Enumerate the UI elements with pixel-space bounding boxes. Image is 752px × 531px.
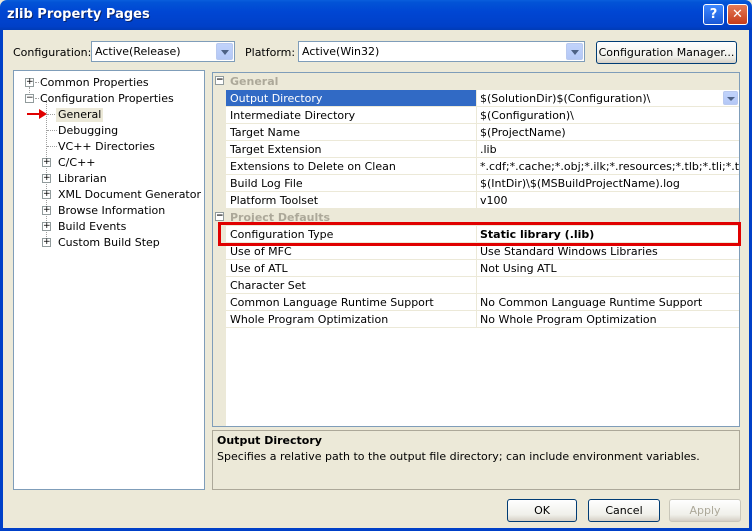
column-divider: [476, 294, 477, 311]
chevron-down-icon[interactable]: [566, 43, 583, 60]
property-row-platform-toolset[interactable]: Platform Toolset v100: [226, 192, 739, 209]
property-name: Build Log File: [230, 177, 303, 190]
tree-connector: [35, 82, 39, 83]
red-arrow-icon: [27, 109, 47, 119]
property-value[interactable]: v100: [480, 193, 508, 208]
column-divider: [476, 107, 477, 124]
property-row-whole-program-optimization[interactable]: Whole Program Optimization No Whole Prog…: [226, 311, 739, 328]
collapse-icon[interactable]: −: [215, 212, 224, 221]
property-name: Use of MFC: [230, 245, 292, 258]
expand-icon[interactable]: +: [42, 174, 51, 183]
column-divider: [476, 277, 477, 294]
column-divider: [476, 124, 477, 141]
property-row-target-name[interactable]: Target Name $(ProjectName): [226, 124, 739, 141]
property-value[interactable]: $(Configuration)\: [480, 108, 574, 123]
tree-item-configuration-properties[interactable]: Configuration Properties: [40, 92, 174, 106]
column-divider: [476, 90, 477, 107]
tree-item-xml-document-generator[interactable]: XML Document Generator: [58, 188, 201, 202]
property-value[interactable]: Not Using ATL: [480, 261, 557, 276]
tree-item-vc-directories[interactable]: VC++ Directories: [58, 140, 155, 154]
apply-button[interactable]: Apply: [669, 499, 741, 522]
property-value[interactable]: *.cdf;*.cache;*.obj;*.ilk;*.resources;*.…: [480, 159, 739, 174]
property-row-build-log-file[interactable]: Build Log File $(IntDir)\$(MSBuildProjec…: [226, 175, 739, 192]
property-value[interactable]: No Common Language Runtime Support: [480, 295, 702, 310]
column-divider: [476, 141, 477, 158]
tree-connector: [47, 146, 57, 147]
property-value[interactable]: .lib: [480, 142, 497, 157]
property-value[interactable]: $(IntDir)\$(MSBuildProjectName).log: [480, 176, 680, 191]
collapse-icon[interactable]: −: [215, 76, 224, 85]
column-divider: [476, 260, 477, 277]
expand-icon[interactable]: +: [42, 206, 51, 215]
configuration-manager-button[interactable]: Configuration Manager...: [596, 41, 737, 64]
property-row-intermediate-directory[interactable]: Intermediate Directory $(Configuration)\: [226, 107, 739, 124]
configuration-label: Configuration:: [13, 46, 92, 59]
tree-item-debugging[interactable]: Debugging: [58, 124, 118, 138]
property-value[interactable]: No Whole Program Optimization: [480, 312, 657, 327]
expand-icon[interactable]: +: [42, 158, 51, 167]
property-name: Intermediate Directory: [230, 109, 356, 122]
tree-item-common-properties[interactable]: Common Properties: [40, 76, 149, 90]
tree-item-browse-information[interactable]: Browse Information: [58, 204, 165, 218]
tree-item-librarian[interactable]: Librarian: [58, 172, 107, 186]
property-row-clr-support[interactable]: Common Language Runtime Support No Commo…: [226, 294, 739, 311]
property-tree: + Common Properties − Configuration Prop…: [13, 70, 205, 490]
description-text: Specifies a relative path to the output …: [217, 450, 700, 463]
property-name: Target Extension: [230, 143, 322, 156]
property-name: Extensions to Delete on Clean: [230, 160, 396, 173]
property-name: Common Language Runtime Support: [230, 296, 434, 309]
property-name: Platform Toolset: [230, 194, 319, 207]
expand-icon[interactable]: +: [25, 78, 34, 87]
tree-item-c-cpp[interactable]: C/C++: [58, 156, 96, 170]
highlight-annotation: [218, 222, 741, 246]
property-name: Character Set: [230, 279, 306, 292]
ok-button[interactable]: OK: [507, 499, 577, 522]
tree-connector: [35, 98, 39, 99]
window-frame-left: [0, 30, 3, 531]
property-name: Whole Program Optimization: [230, 313, 389, 326]
property-value[interactable]: $(ProjectName): [480, 125, 566, 140]
expand-icon[interactable]: +: [42, 238, 51, 247]
description-title: Output Directory: [217, 434, 322, 447]
category-label: General: [230, 75, 279, 88]
property-row-target-extension[interactable]: Target Extension .lib: [226, 141, 739, 158]
property-name: Use of ATL: [230, 262, 288, 275]
column-divider: [476, 192, 477, 209]
cancel-button[interactable]: Cancel: [588, 499, 660, 522]
property-row-output-directory[interactable]: Output Directory $(SolutionDir)$(Configu…: [226, 90, 739, 107]
platform-label: Platform:: [245, 46, 296, 59]
tree-connector: [47, 130, 57, 131]
property-grid: − General Output Directory $(SolutionDir…: [212, 72, 740, 427]
category-general[interactable]: − General: [213, 73, 739, 90]
property-row-extensions-to-delete[interactable]: Extensions to Delete on Clean *.cdf;*.ca…: [226, 158, 739, 175]
property-value[interactable]: $(SolutionDir)$(Configuration)\: [480, 91, 650, 106]
column-divider: [476, 158, 477, 175]
expand-icon[interactable]: +: [42, 190, 51, 199]
expand-icon[interactable]: +: [42, 222, 51, 231]
description-panel: Output Directory Specifies a relative pa…: [212, 430, 740, 490]
property-row-use-of-atl[interactable]: Use of ATL Not Using ATL: [226, 260, 739, 277]
grid-gutter: [213, 73, 226, 426]
help-button[interactable]: ?: [703, 4, 724, 25]
title-bar: zlib Property Pages ? ✕: [0, 0, 752, 30]
property-name: Target Name: [230, 126, 300, 139]
chevron-down-icon[interactable]: [723, 91, 738, 105]
column-divider: [476, 175, 477, 192]
configuration-select[interactable]: Active(Release): [91, 41, 235, 62]
column-divider: [476, 311, 477, 328]
close-button[interactable]: ✕: [727, 4, 748, 25]
chevron-down-icon[interactable]: [216, 43, 233, 60]
property-value[interactable]: Use Standard Windows Libraries: [480, 244, 658, 259]
tree-item-custom-build-step[interactable]: Custom Build Step: [58, 236, 160, 250]
property-name: Output Directory: [230, 92, 323, 105]
property-row-character-set[interactable]: Character Set: [226, 277, 739, 294]
collapse-icon[interactable]: −: [25, 94, 34, 103]
configuration-select-value: Active(Release): [95, 45, 181, 58]
platform-select[interactable]: Active(Win32): [298, 41, 585, 62]
window-title: zlib Property Pages: [7, 7, 150, 22]
platform-select-value: Active(Win32): [302, 45, 380, 58]
tree-item-general[interactable]: General: [56, 108, 104, 122]
tree-item-build-events[interactable]: Build Events: [58, 220, 126, 234]
